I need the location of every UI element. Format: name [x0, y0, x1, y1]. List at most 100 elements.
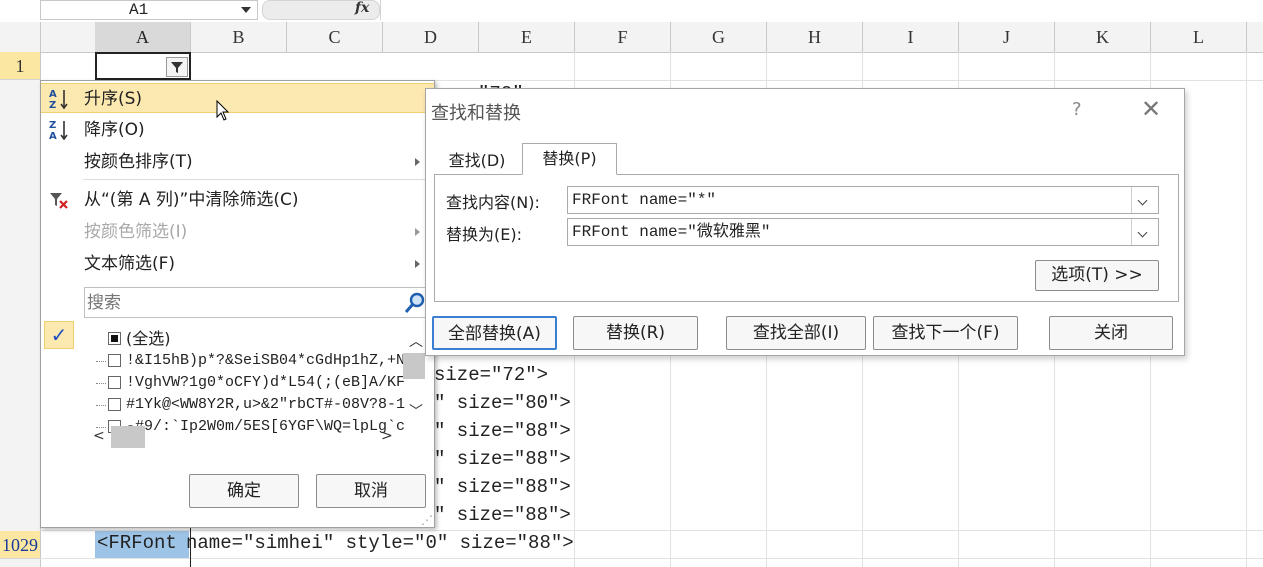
replace-button[interactable]: 替换(R)	[573, 316, 698, 350]
list-item-label: #1Yk@<WW8Y2R,u>&2"rbCT#-08V?8-1	[126, 396, 406, 413]
column-header-f[interactable]: F	[575, 22, 671, 52]
submenu-arrow-icon	[415, 260, 420, 268]
scroll-right-icon[interactable]: >	[381, 428, 393, 444]
dialog-title: 查找和替换	[431, 103, 521, 124]
row-header: 1 1029	[0, 22, 41, 567]
column-header: A B C D E F G H I J K L	[40, 22, 1263, 53]
row-header-1029[interactable]: 1029	[0, 531, 40, 559]
list-item[interactable]: !VghVW?1g0*oCFY)d*L54(;(eB]A/KF	[93, 372, 429, 394]
vertical-scrollbar-thumb[interactable]	[403, 353, 425, 379]
chevron-down-icon[interactable]	[1131, 187, 1158, 213]
name-box[interactable]: A1	[40, 0, 258, 20]
search-icon[interactable]	[403, 291, 427, 315]
find-what-field[interactable]: FRFont name="*"	[567, 186, 1159, 214]
name-box-value: A1	[129, 1, 149, 19]
column-header-e[interactable]: E	[479, 22, 575, 52]
menu-item-sort-ascending[interactable]: A Z 升序(S)	[41, 83, 434, 113]
autofilter-menu: A Z 升序(S) Z A 降序(O) 按颜色排序(T) 从“(第 A 列)”中…	[40, 80, 435, 528]
menu-item-filter-by-color: 按颜色筛选(I)	[41, 217, 434, 247]
column-header-j[interactable]: J	[959, 22, 1055, 52]
ok-button[interactable]: 确定	[189, 474, 299, 508]
submenu-arrow-icon	[415, 158, 420, 166]
scroll-left-icon[interactable]: <	[93, 428, 105, 444]
checkbox[interactable]	[108, 398, 121, 411]
row-header-1[interactable]: 1	[0, 52, 40, 80]
resize-grip-icon[interactable]: ⋰	[421, 513, 433, 527]
find-next-button[interactable]: 查找下一个(F)	[873, 316, 1018, 350]
sort-ascending-icon: A Z	[49, 89, 68, 111]
find-replace-dialog: 查找和替换 ? ✕ 查找(D) 替换(P) 查找内容(N): FRFont na…	[425, 88, 1185, 356]
column-header-i[interactable]: I	[863, 22, 959, 52]
chevron-down-icon[interactable]	[1131, 219, 1158, 245]
tree-line	[96, 361, 106, 362]
column-header-a[interactable]: A	[95, 22, 191, 52]
svg-text:Z: Z	[49, 120, 56, 131]
search-input[interactable]	[85, 288, 397, 317]
list-item-label: -#9/:`Ip2W0m/5ES[6YGF\WQ=lpLg`c	[126, 418, 406, 435]
column-header-k[interactable]: K	[1055, 22, 1151, 52]
close-button[interactable]: 关闭	[1049, 316, 1173, 350]
menu-item-clear-filter[interactable]: 从“(第 A 列)”中清除筛选(C)	[41, 185, 434, 215]
list-item[interactable]: (全选)	[93, 328, 429, 350]
column-header-h[interactable]: H	[767, 22, 863, 52]
list-item[interactable]: !&I15hB)p*?&SeiSB04*cGdHp1hZ,+N	[93, 350, 429, 372]
check-icon: ✓	[44, 321, 74, 349]
cell-text: " size="80">	[434, 392, 571, 414]
list-item-label: !VghVW?1g0*oCFY)d*L54(;(eB]A/KF	[126, 374, 406, 391]
formula-input[interactable]	[380, 0, 1263, 20]
list-item-label: !&I15hB)p*?&SeiSB04*cGdHp1hZ,+N	[126, 352, 406, 369]
menu-divider	[83, 179, 431, 180]
cell-text: " size="88">	[434, 448, 571, 470]
tab-replace[interactable]: 替换(P)	[522, 143, 617, 175]
svg-text:Z: Z	[49, 100, 56, 111]
filter-icon	[171, 62, 183, 73]
cell-text: " size="88">	[434, 420, 571, 442]
filter-search-box[interactable]	[84, 287, 430, 318]
fx-icon[interactable]: fx	[355, 0, 369, 16]
tab-find[interactable]: 查找(D)	[438, 147, 516, 175]
column-header-c[interactable]: C	[287, 22, 383, 52]
chevron-down-icon[interactable]	[241, 7, 251, 13]
cell-text: " size="88">	[434, 476, 571, 498]
menu-item-text-filter[interactable]: 文本筛选(F)	[41, 249, 434, 279]
find-what-value: FRFont name="*"	[572, 191, 717, 209]
menu-item-label: 按颜色排序(T)	[84, 152, 193, 172]
cell-text: " size="88">	[434, 504, 571, 526]
menu-item-label: 降序(O)	[84, 120, 145, 140]
menu-item-label: 文本筛选(F)	[84, 254, 176, 274]
submenu-arrow-icon	[415, 228, 420, 236]
find-all-button[interactable]: 查找全部(I)	[726, 316, 866, 350]
column-header-l[interactable]: L	[1151, 22, 1247, 52]
column-header-d[interactable]: D	[383, 22, 479, 52]
column-header-g[interactable]: G	[671, 22, 767, 52]
menu-item-label: 升序(S)	[84, 89, 143, 109]
menu-item-sort-by-color[interactable]: 按颜色排序(T)	[41, 147, 434, 177]
cell-b1029-text: name="simhei" style="0" size="88">	[186, 532, 574, 554]
replace-with-field[interactable]: FRFont name="微软雅黑"	[567, 218, 1159, 246]
cancel-button[interactable]: 取消	[316, 474, 426, 508]
menu-item-label: 按颜色筛选(I)	[84, 222, 188, 242]
close-icon[interactable]: ✕	[1141, 97, 1161, 121]
list-item[interactable]: #1Yk@<WW8Y2R,u>&2"rbCT#-08V?8-1	[93, 394, 429, 416]
checkbox[interactable]	[108, 332, 121, 345]
find-what-label: 查找内容(N):	[446, 193, 540, 212]
horizontal-scrollbar-thumb[interactable]	[111, 426, 145, 448]
checkbox[interactable]	[108, 376, 121, 389]
scroll-up-icon[interactable]: ︿	[409, 331, 423, 351]
replace-all-button[interactable]: 全部替换(A)	[432, 316, 557, 350]
cell-a1029-text: <FRFont	[97, 532, 177, 554]
scroll-down-icon[interactable]: ﹀	[409, 401, 423, 421]
filter-button[interactable]	[166, 57, 188, 77]
mouse-pointer-icon	[216, 100, 230, 121]
menu-item-sort-descending[interactable]: Z A 降序(O)	[41, 115, 434, 145]
list-item-label: (全选)	[126, 329, 171, 348]
help-icon[interactable]: ?	[1072, 99, 1082, 120]
clear-filter-icon	[50, 193, 68, 209]
cell-text: size="72">	[434, 364, 549, 386]
tree-line	[96, 383, 106, 384]
options-button[interactable]: 选项(T) >>	[1035, 260, 1159, 291]
checkbox[interactable]	[108, 354, 121, 367]
menu-item-label: 从“(第 A 列)”中清除筛选(C)	[84, 190, 299, 210]
svg-text:A: A	[49, 89, 57, 100]
column-header-b[interactable]: B	[191, 22, 287, 52]
